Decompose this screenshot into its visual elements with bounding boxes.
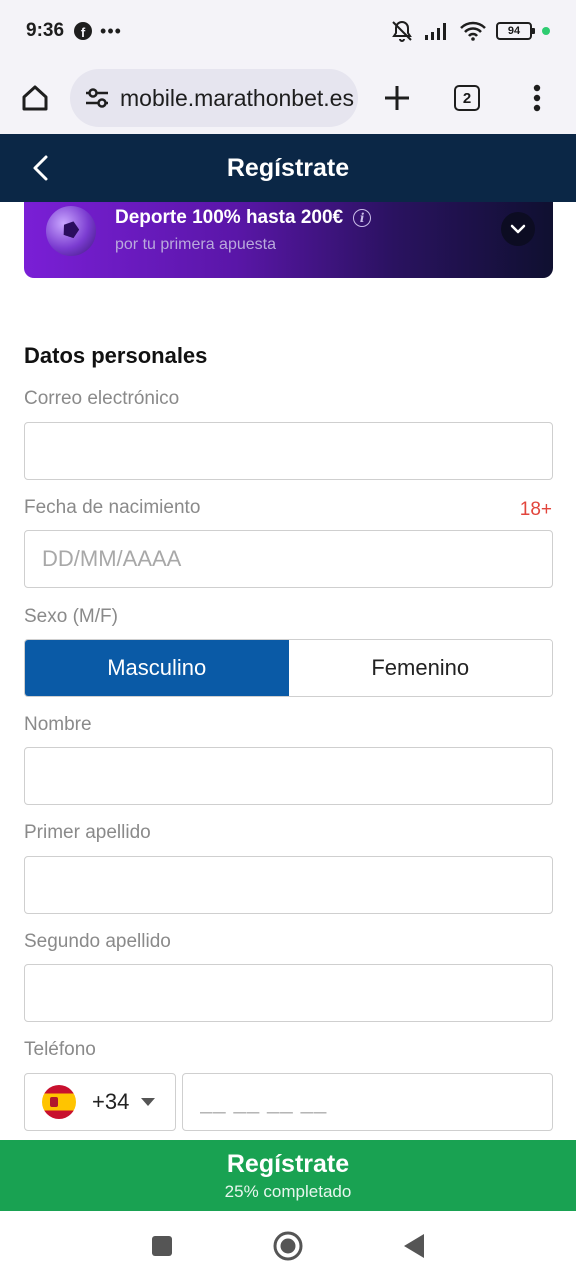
tab-count: 2 bbox=[454, 85, 480, 111]
status-time: 9:36 bbox=[26, 20, 65, 41]
page-title: Regístrate bbox=[226, 153, 350, 182]
system-back-button[interactable] bbox=[351, 1216, 477, 1276]
first-name-label: Nombre bbox=[24, 714, 92, 735]
system-status-icons: 94 bbox=[390, 19, 550, 43]
promo-banner[interactable]: Deporte 100% hasta 200€ i por tu primera… bbox=[24, 202, 553, 278]
promo-subtitle: por tu primera apuesta bbox=[115, 236, 276, 253]
plus-icon bbox=[385, 86, 409, 110]
signal-icon bbox=[425, 23, 446, 40]
surname1-field[interactable] bbox=[24, 856, 553, 914]
email-label: Correo electrónico bbox=[24, 388, 180, 409]
more-dots-icon: ••• bbox=[100, 20, 122, 41]
surname2-field[interactable] bbox=[24, 964, 553, 1022]
submit-label: Regístrate bbox=[226, 1149, 350, 1178]
info-icon[interactable]: i bbox=[353, 209, 372, 227]
first-name-field[interactable] bbox=[24, 747, 553, 805]
status-bar: 9:36 f ••• 94 bbox=[0, 0, 576, 62]
new-tab-button[interactable] bbox=[362, 62, 432, 134]
email-field[interactable] bbox=[24, 422, 553, 480]
recents-button[interactable] bbox=[99, 1216, 225, 1276]
square-icon bbox=[152, 1235, 172, 1256]
gender-option-female[interactable]: Femenino bbox=[288, 640, 552, 696]
gender-toggle: Masculino Femenino bbox=[24, 639, 553, 697]
chevron-down-icon bbox=[510, 224, 526, 234]
gender-option-male[interactable]: Masculino bbox=[25, 640, 289, 696]
gender-label: Sexo (M/F) bbox=[24, 606, 118, 627]
facebook-icon: f bbox=[74, 22, 93, 40]
triangle-back-icon bbox=[404, 1233, 424, 1258]
phone-field[interactable] bbox=[182, 1073, 553, 1131]
more-vertical-icon bbox=[533, 84, 541, 112]
soccer-ball-icon bbox=[46, 206, 96, 256]
browser-menu-button[interactable] bbox=[502, 62, 572, 134]
caret-down-icon bbox=[141, 1098, 156, 1106]
battery-icon: 94 bbox=[496, 22, 535, 40]
back-button[interactable] bbox=[18, 146, 62, 190]
site-settings-icon[interactable] bbox=[80, 87, 114, 109]
country-code-select[interactable]: +34 bbox=[24, 1073, 176, 1131]
age-badge: 18+ bbox=[519, 499, 552, 520]
promo-title-text: Deporte 100% hasta 200€ bbox=[115, 207, 344, 228]
progress-text: 25% completado bbox=[224, 1181, 352, 1201]
promo-title: Deporte 100% hasta 200€ i bbox=[115, 207, 372, 229]
browser-toolbar: mobile.marathonbet.es 2 bbox=[0, 62, 576, 134]
address-bar[interactable]: mobile.marathonbet.es bbox=[70, 69, 358, 127]
system-nav-bar bbox=[0, 1211, 576, 1280]
phone-label: Teléfono bbox=[24, 1039, 96, 1060]
url-text: mobile.marathonbet.es bbox=[120, 84, 354, 111]
birthdate-label: Fecha de nacimiento bbox=[24, 497, 201, 518]
register-submit-button[interactable]: Regístrate 25% completado bbox=[0, 1140, 576, 1211]
privacy-indicator-dot bbox=[542, 27, 550, 35]
surname1-label: Primer apellido bbox=[24, 822, 151, 843]
chevron-left-icon bbox=[33, 155, 48, 181]
promo-expand-button[interactable] bbox=[501, 212, 535, 246]
birthdate-field[interactable] bbox=[24, 530, 553, 588]
tab-switcher-button[interactable]: 2 bbox=[432, 62, 502, 134]
section-title: Datos personales bbox=[24, 343, 208, 368]
browser-home-button[interactable] bbox=[0, 62, 70, 134]
circle-home-icon bbox=[273, 1231, 303, 1260]
app-header: Regístrate bbox=[0, 134, 576, 202]
spain-flag-icon bbox=[42, 1085, 76, 1119]
surname2-label: Segundo apellido bbox=[24, 931, 171, 952]
mute-icon bbox=[392, 20, 412, 42]
wifi-icon bbox=[460, 21, 486, 41]
home-icon bbox=[22, 85, 48, 111]
country-code: +34 bbox=[92, 1089, 130, 1114]
home-button[interactable] bbox=[225, 1216, 351, 1276]
